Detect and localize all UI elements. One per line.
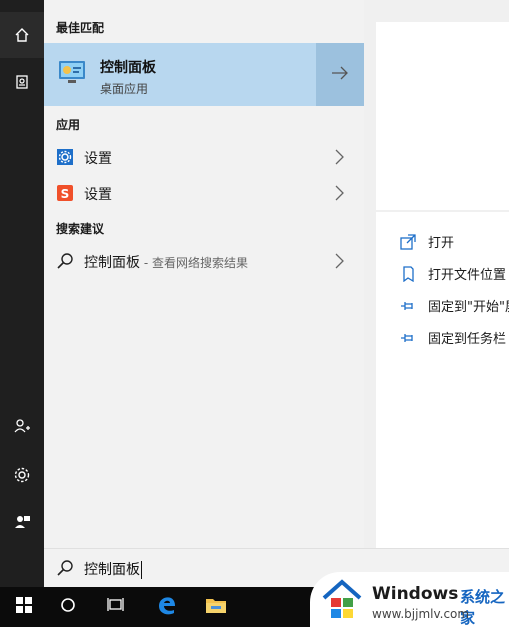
cortana-button[interactable]: [44, 587, 92, 627]
settings-icon[interactable]: [0, 455, 44, 495]
search-input[interactable]: 控制面板: [84, 559, 142, 579]
search-results-panel: 最佳匹配 控制面板 桌面应用 应用 设置 S 设置 搜索建议 控制面板 - 查看…: [44, 0, 364, 548]
app-item-settings-2[interactable]: S 设置: [44, 176, 364, 210]
search-icon: [56, 252, 74, 270]
search-icon: [56, 559, 74, 577]
text-caret: [141, 561, 142, 579]
suggestions-header: 搜索建议: [56, 222, 105, 236]
pin-icon: [400, 330, 416, 346]
start-search-window: 最佳匹配 控制面板 桌面应用 应用 设置 S 设置 搜索建议 控制面板 - 查看…: [0, 0, 509, 627]
preview-header: [376, 22, 509, 210]
app-label: 设置: [84, 187, 112, 203]
account-icon[interactable]: [0, 406, 44, 446]
suggestion-hint: - 查看网络搜索结果: [140, 256, 248, 270]
action-pin-to-taskbar[interactable]: 固定到任务栏: [400, 326, 509, 350]
web-suggestion-item[interactable]: 控制面板 - 查看网络搜索结果: [44, 244, 364, 278]
action-label: 打开文件位置: [428, 268, 507, 283]
left-rail: [0, 0, 44, 587]
edge-button[interactable]: [143, 587, 191, 627]
task-view-icon: [107, 597, 125, 617]
best-match-title: 控制面板: [100, 60, 156, 76]
edge-browser-icon: [156, 594, 178, 620]
start-button[interactable]: [0, 587, 48, 627]
home-button[interactable]: [0, 12, 44, 58]
watermark: Windows 系统之家 www.bjjmlv.com: [310, 572, 509, 627]
pin-icon: [400, 298, 416, 314]
suggestion-label: 控制面板 - 查看网络搜索结果: [84, 252, 248, 272]
chevron-right-icon[interactable]: [332, 148, 346, 166]
chevron-right-icon[interactable]: [332, 252, 346, 270]
apps-header: 应用: [56, 118, 81, 132]
sogou-app-icon: S: [56, 184, 74, 202]
notebook-icon[interactable]: [0, 62, 44, 102]
suggestion-query: 控制面板: [84, 255, 140, 271]
cortana-circle-icon: [60, 597, 76, 617]
settings-app-icon: [56, 148, 74, 166]
search-input-value: 控制面板: [84, 562, 140, 578]
action-open[interactable]: 打开: [400, 230, 509, 254]
best-match-header: 最佳匹配: [56, 21, 105, 35]
windows-house-logo-icon: [320, 578, 364, 622]
action-pin-to-start[interactable]: 固定到"开始"屏: [400, 294, 509, 318]
watermark-url: www.bjjmlv.com: [372, 607, 470, 621]
action-label: 打开: [428, 236, 455, 251]
arrow-right-icon: [331, 65, 349, 84]
action-label: 固定到任务栏: [428, 332, 507, 347]
file-location-icon: [400, 266, 416, 283]
file-explorer-button[interactable]: [192, 587, 240, 627]
best-match-expand-button[interactable]: [316, 43, 364, 106]
preview-actions: 打开 打开文件位置 固定到"开始"屏 固定到任务栏: [376, 212, 509, 548]
windows-logo-icon: [16, 597, 32, 617]
chevron-right-icon[interactable]: [332, 184, 346, 202]
control-panel-icon: [58, 60, 86, 84]
folder-icon: [205, 596, 227, 618]
action-open-file-location[interactable]: 打开文件位置: [400, 262, 509, 286]
app-item-settings-1[interactable]: 设置: [44, 140, 364, 174]
action-label: 固定到"开始"屏: [428, 300, 509, 315]
feedback-icon[interactable]: [0, 502, 44, 542]
task-view-button[interactable]: [92, 587, 140, 627]
watermark-brand: Windows: [372, 584, 459, 604]
home-icon: [0, 15, 44, 55]
best-match-subtitle: 桌面应用: [100, 82, 149, 96]
svg-text:S: S: [61, 187, 70, 201]
open-icon: [400, 234, 416, 250]
best-match-item[interactable]: 控制面板 桌面应用: [44, 43, 316, 106]
app-label: 设置: [84, 151, 112, 167]
